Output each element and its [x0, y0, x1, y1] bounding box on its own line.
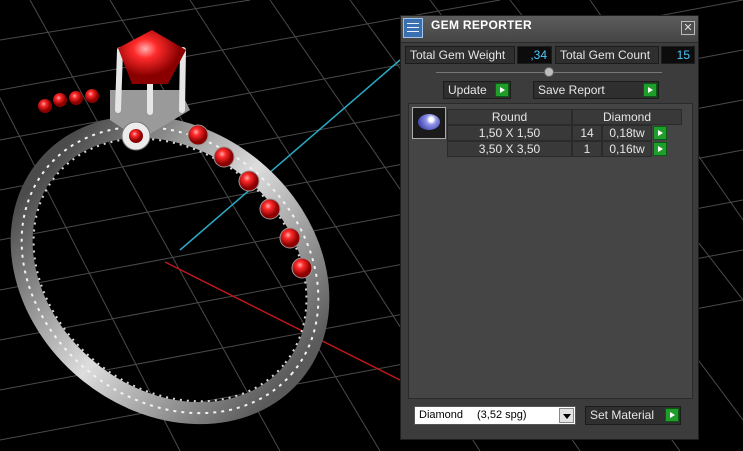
play-icon: [653, 142, 667, 156]
table-row-weight[interactable]: 0,16tw: [602, 141, 652, 157]
table-row-count[interactable]: 14: [572, 125, 602, 141]
size-slider-knob[interactable]: [544, 67, 554, 77]
round-diamond-icon[interactable]: [412, 107, 446, 139]
table-row-size[interactable]: 3,50 X 3,50: [447, 141, 572, 157]
gem-list: Round Diamond 1,50 X 1,50 14 0,18tw 3,50…: [408, 103, 693, 399]
total-gem-count-label: Total Gem Count: [555, 46, 659, 64]
title-bar[interactable]: GEM REPORTER ✕: [401, 16, 698, 43]
play-icon: [665, 408, 679, 422]
gem-reporter-app-icon: [403, 18, 423, 38]
column-header-shape: Round: [447, 109, 572, 125]
update-button-label: Update: [448, 83, 487, 97]
column-header-material: Diamond: [572, 109, 682, 125]
play-icon: [643, 83, 657, 97]
material-select[interactable]: Diamond (3,52 spg): [414, 406, 576, 425]
material-density: (3,52 spg): [477, 409, 527, 421]
table-row-weight[interactable]: 0,18tw: [602, 125, 652, 141]
table-row-select-button[interactable]: [652, 125, 668, 141]
save-report-button-label: Save Report: [538, 83, 605, 97]
save-report-button[interactable]: Save Report: [533, 81, 659, 99]
gem-reporter-panel: GEM REPORTER ✕ Total Gem Weight ,34 Tota…: [400, 15, 699, 440]
material-name: Diamond: [419, 409, 464, 421]
play-icon: [495, 83, 509, 97]
table-row-count[interactable]: 1: [572, 141, 602, 157]
update-button[interactable]: Update: [443, 81, 511, 99]
table-row-size[interactable]: 1,50 X 1,50: [447, 125, 572, 141]
play-icon: [653, 126, 667, 140]
total-gem-weight-label: Total Gem Weight: [405, 46, 515, 64]
close-button[interactable]: ✕: [681, 21, 695, 35]
set-material-button-label: Set Material: [590, 408, 655, 422]
ring-model: [10, 30, 330, 425]
total-gem-weight-value: ,34: [517, 46, 552, 64]
table-row-select-button[interactable]: [652, 141, 668, 157]
panel-title: GEM REPORTER: [431, 18, 532, 32]
set-material-button[interactable]: Set Material: [585, 406, 681, 425]
chevron-down-icon[interactable]: [559, 408, 574, 423]
total-gem-count-value: 15: [661, 46, 695, 64]
